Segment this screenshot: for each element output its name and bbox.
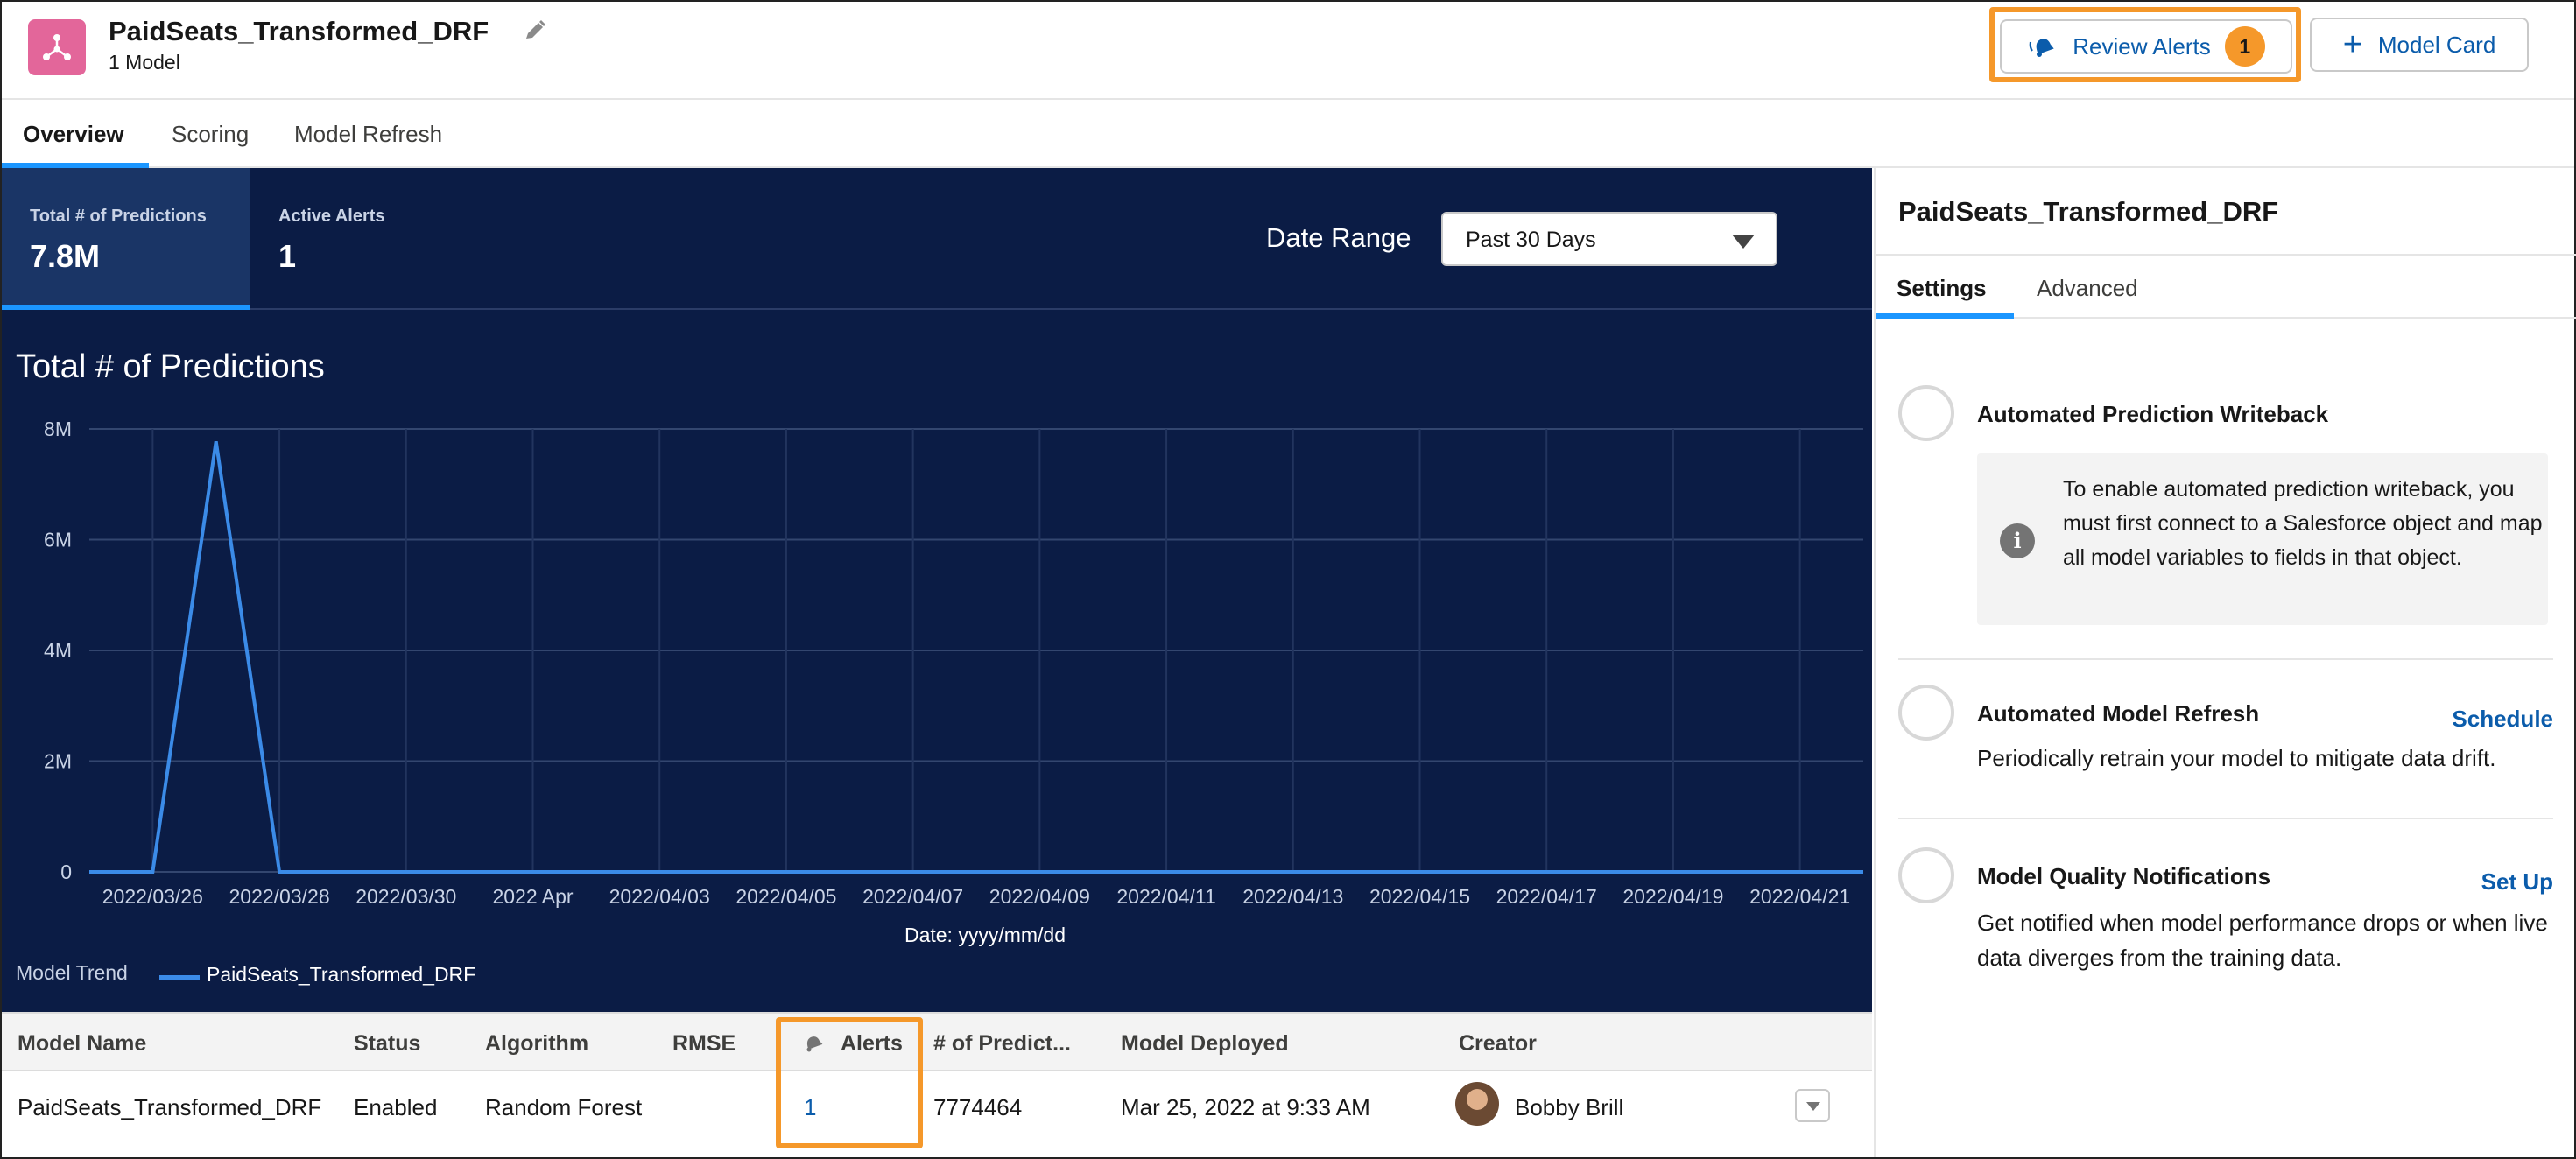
info-icon: i (2000, 523, 2035, 558)
model-card-button[interactable]: + Model Card (2310, 18, 2529, 72)
setting-description: Get notified when model performance drop… (1977, 910, 2548, 971)
info-box: i To enable automated prediction writeba… (1977, 453, 2548, 625)
cell-predictions: 7774464 (933, 1094, 1023, 1120)
pencil-icon[interactable] (522, 18, 548, 44)
tab-scoring[interactable]: Scoring (172, 121, 249, 148)
cell-creator: Bobby Brill (1515, 1094, 1624, 1120)
review-alerts-highlight (1989, 7, 2301, 82)
x-tick-label: 2022/04/11 (1116, 885, 1215, 908)
x-tick-label: 2022 Apr (492, 885, 573, 908)
x-tick-label: 2022/04/13 (1242, 885, 1343, 908)
predictions-chart: 0 2M 4M 6M 8M 2022/03/26 2022/03/28 2022/03/30 2… (44, 418, 1863, 946)
col-status[interactable]: Status (354, 1031, 420, 1057)
x-tick-label: 2022/03/26 (102, 885, 203, 908)
x-tick-label: 2022/04/03 (609, 885, 710, 908)
alerts-column-highlight (776, 1017, 923, 1148)
details-panel: PaidSeats_Transformed_DRF Settings Advan… (1874, 168, 2576, 1157)
col-model-deployed[interactable]: Model Deployed (1121, 1031, 1289, 1057)
x-tick-label: 2022/04/09 (989, 885, 1090, 908)
setting-title: Model Quality Notifications (1977, 863, 2271, 889)
models-table: Model Name Status Algorithm RMSE Alerts … (2, 1012, 1872, 1157)
x-tick-label: 2022/04/05 (735, 885, 836, 908)
tab-advanced[interactable]: Advanced (2037, 275, 2138, 302)
setting-model-refresh: Automated Model Refresh Schedule Periodi… (1898, 685, 2553, 816)
setting-quality-notifications: Model Quality Notifications Set Up Get n… (1898, 847, 2553, 1022)
y-tick-label: 8M (44, 418, 72, 440)
model-card-label: Model Card (2377, 31, 2496, 58)
col-rmse[interactable]: RMSE (672, 1031, 735, 1057)
y-tick-label: 2M (44, 750, 72, 773)
details-tabs: Settings Advanced (1876, 254, 2576, 319)
overview-panel: Total # of Predictions 7.8M Active Alert… (2, 168, 1872, 1012)
x-tick-label: 2022/04/19 (1622, 885, 1723, 908)
main-tabs: Overview Scoring Model Refresh (2, 100, 2574, 168)
legend-title: Model Trend (16, 961, 128, 984)
plus-icon: + (2342, 26, 2362, 63)
tab-model-refresh[interactable]: Model Refresh (294, 121, 442, 148)
set-up-link[interactable]: Set Up (2481, 868, 2553, 896)
active-tab-indicator (1876, 313, 2014, 319)
col-model-name[interactable]: Model Name (18, 1031, 146, 1057)
col-predictions[interactable]: # of Predict... (933, 1031, 1071, 1057)
row-actions-button[interactable] (1795, 1089, 1830, 1122)
tab-settings[interactable]: Settings (1897, 275, 1987, 302)
x-tick-label: 2022/04/21 (1749, 885, 1850, 908)
series-line (89, 440, 1863, 874)
model-app-icon (28, 19, 86, 75)
y-tick-label: 0 (60, 860, 72, 883)
divider (1898, 658, 2553, 660)
x-tick-label: 2022/03/28 (229, 885, 330, 908)
avatar (1455, 1082, 1499, 1126)
cell-model-name: PaidSeats_Transformed_DRF (18, 1094, 322, 1120)
setting-description: Periodically retrain your model to mitig… (1977, 745, 2496, 771)
toggle-ring[interactable] (1898, 385, 1954, 441)
x-tick-label: 2022/03/30 (355, 885, 456, 908)
x-tick-label: 2022/04/17 (1496, 885, 1597, 908)
x-axis-label: Date: yyyy/mm/dd (904, 924, 1066, 946)
setting-prediction-writeback: Automated Prediction Writeback i To enab… (1898, 385, 2553, 648)
y-tick-label: 4M (44, 639, 72, 662)
toggle-ring[interactable] (1898, 847, 1954, 903)
y-tick-label: 6M (44, 529, 72, 551)
legend-series-name[interactable]: PaidSeats_Transformed_DRF (207, 963, 475, 987)
cell-algorithm: Random Forest (485, 1094, 643, 1120)
cell-model-deployed: Mar 25, 2022 at 9:33 AM (1121, 1094, 1370, 1120)
details-title: PaidSeats_Transformed_DRF (1898, 196, 2279, 227)
toggle-ring[interactable] (1898, 685, 1954, 741)
x-tick-label: 2022/04/15 (1369, 885, 1470, 908)
x-tick-label: 2022/04/07 (862, 885, 963, 908)
col-algorithm[interactable]: Algorithm (485, 1031, 588, 1057)
divider (1898, 818, 2553, 819)
setting-title: Automated Model Refresh (1977, 700, 2260, 727)
info-text: To enable automated prediction writeback… (2063, 477, 2543, 570)
schedule-link[interactable]: Schedule (2452, 706, 2553, 733)
table-header-row: Model Name Status Algorithm RMSE Alerts … (2, 1012, 1872, 1071)
model-count: 1 Model (109, 51, 180, 74)
legend-swatch (159, 975, 200, 980)
chevron-down-icon (1806, 1102, 1820, 1111)
col-creator[interactable]: Creator (1459, 1031, 1537, 1057)
setting-title: Automated Prediction Writeback (1977, 401, 2329, 427)
page-title: PaidSeats_Transformed_DRF (109, 16, 489, 46)
cell-status: Enabled (354, 1094, 438, 1120)
tab-overview[interactable]: Overview (23, 121, 124, 148)
